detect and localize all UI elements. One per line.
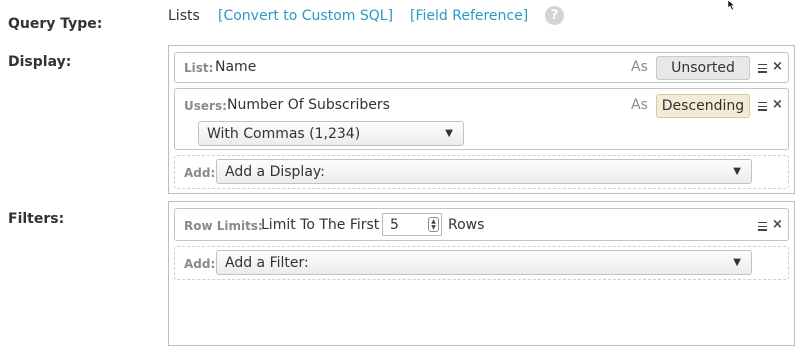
row-limit-value: 5: [390, 216, 399, 233]
display-row-source: List:: [184, 61, 214, 75]
hamburger-icon[interactable]: [758, 102, 767, 111]
close-icon[interactable]: ×: [772, 217, 783, 232]
sort-button-unsorted[interactable]: Unsorted: [656, 56, 750, 80]
field-reference-link[interactable]: [Field Reference]: [410, 8, 528, 24]
query-type-label: Query Type:: [8, 16, 103, 32]
chevron-down-icon: ▼: [733, 166, 741, 177]
close-icon[interactable]: ×: [772, 59, 783, 74]
filters-label: Filters:: [8, 211, 65, 227]
spinner-icon[interactable]: ▲ ▼: [428, 217, 439, 232]
query-type-value: Lists: [168, 8, 200, 24]
close-icon[interactable]: ×: [772, 97, 783, 112]
add-filter-value: Add a Filter:: [225, 254, 309, 271]
display-row-field: Number Of Subscribers: [227, 97, 390, 113]
as-label: As: [631, 97, 648, 113]
add-display-label: Add:: [184, 166, 216, 180]
hamburger-icon[interactable]: [758, 64, 767, 73]
display-row-field: Name: [215, 59, 257, 75]
filter-row-row-limits: Row Limits: Limit To The First 5 ▲ ▼ Row…: [174, 208, 789, 241]
filter-row-source: Row Limits:: [184, 219, 263, 233]
add-display-select[interactable]: Add a Display: ▼: [216, 159, 752, 184]
chevron-down-icon: ▼: [445, 128, 453, 139]
mouse-cursor-icon: [727, 0, 736, 10]
as-label: As: [631, 59, 648, 75]
display-row-users-subscribers: Users: Number Of Subscribers As Descendi…: [174, 88, 789, 150]
spinner-down-icon[interactable]: ▼: [431, 224, 436, 231]
number-format-select[interactable]: With Commas (1,234) ▼: [198, 121, 464, 146]
row-limit-input[interactable]: 5 ▲ ▼: [382, 213, 442, 236]
display-label: Display:: [8, 54, 72, 70]
add-filter-select[interactable]: Add a Filter: ▼: [216, 250, 752, 275]
add-filter-label: Add:: [184, 257, 216, 271]
filters-panel: Row Limits: Limit To The First 5 ▲ ▼ Row…: [168, 201, 795, 346]
add-filter-row: Add: Add a Filter: ▼: [174, 246, 789, 280]
add-display-row: Add: Add a Display: ▼: [174, 155, 789, 189]
display-row-source: Users:: [184, 99, 227, 113]
filter-row-suffix: Rows: [448, 217, 485, 233]
number-format-value: With Commas (1,234): [207, 125, 361, 142]
filter-row-prefix: Limit To The First: [261, 217, 380, 233]
convert-to-custom-sql-link[interactable]: [Convert to Custom SQL]: [218, 8, 393, 24]
display-row-list-name: List: Name As Unsorted ×: [174, 52, 789, 83]
add-display-value: Add a Display:: [225, 163, 325, 180]
help-icon[interactable]: ?: [545, 6, 564, 25]
sort-button-descending[interactable]: Descending: [656, 94, 750, 118]
hamburger-icon[interactable]: [758, 222, 767, 231]
chevron-down-icon: ▼: [733, 257, 741, 268]
display-panel: List: Name As Unsorted × Users: Number O…: [168, 45, 795, 194]
